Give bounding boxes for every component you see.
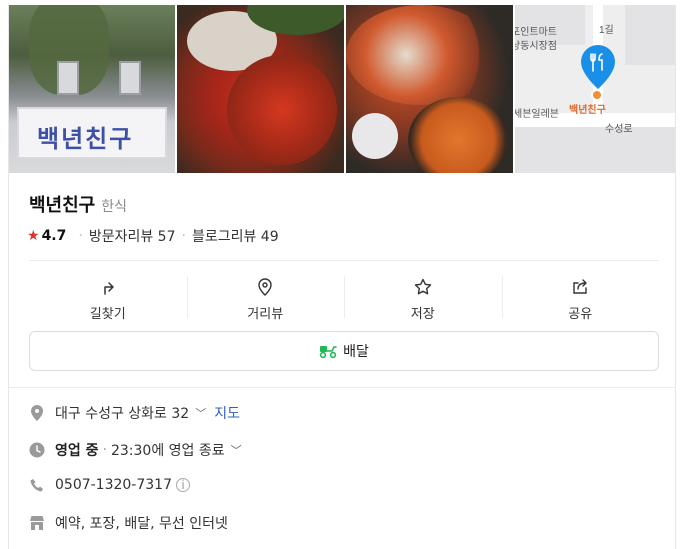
photo-food-1[interactable] (177, 5, 344, 173)
section-divider (9, 387, 675, 388)
place-title-row: 백년친구 한식 (29, 191, 127, 217)
rating-score: 4.7 (41, 228, 67, 244)
rice-bowl-image (352, 113, 398, 159)
save-button[interactable]: 저장 (344, 270, 502, 328)
street-view-button[interactable]: 거리뷰 (186, 270, 345, 328)
hours-row: 영업 중 · 23:30에 영업 종료 ﹀ (29, 440, 242, 460)
phone-icon (29, 477, 45, 493)
window-image (57, 61, 79, 95)
save-label: 저장 (410, 306, 435, 322)
clock-icon (29, 442, 45, 458)
window-image (119, 61, 141, 95)
map-link[interactable]: 지도 (214, 403, 240, 423)
place-panel: 백년친구 포인트마트 상동시장점 세븐일레븐 수성로 백년친구 1길 백년친구 … (8, 5, 676, 549)
amenities-row: 예약, 포장, 배달, 무선 인터넷 (29, 513, 228, 533)
map-label: 세븐일레븐 (515, 109, 559, 120)
address-row: 대구 수성구 상화로 32 ﹀ 지도 (29, 403, 240, 423)
photo-storefront[interactable]: 백년친구 (9, 5, 175, 173)
amenities-text: 예약, 포장, 배달, 무선 인터넷 (55, 516, 228, 532)
phone-number[interactable]: 0507-1320-7317 (55, 477, 172, 493)
action-bar: 길찾기 거리뷰 저장 공유 (29, 270, 659, 328)
place-category: 한식 (101, 199, 128, 215)
plate-image (346, 5, 496, 105)
store-icon (29, 515, 45, 531)
share-label: 공유 (568, 306, 593, 322)
delivery-label: 배달 (343, 344, 369, 360)
photo-strip[interactable]: 백년친구 포인트마트 상동시장점 세븐일레븐 수성로 백년친구 1길 (9, 5, 675, 173)
map-label: 수성로 (605, 124, 633, 135)
map-block (625, 5, 675, 65)
open-status: 영업 중 (55, 443, 99, 459)
location-pin-icon (258, 277, 272, 296)
map-pin-icon (581, 45, 615, 89)
directions-label: 길찾기 (89, 306, 126, 322)
visitor-reviews-link[interactable]: 방문자리뷰 57 (89, 226, 176, 246)
share-button[interactable]: 공유 (501, 270, 660, 328)
photo-food-2[interactable] (346, 5, 513, 173)
stew-bowl-image (408, 97, 508, 173)
rating-star-icon: ★ (27, 228, 40, 244)
closing-time: 23:30에 영업 종료 (110, 443, 225, 459)
map-label: 1길 (599, 25, 614, 36)
street-view-label: 거리뷰 (247, 306, 284, 322)
map-label: 상동시장점 (515, 41, 557, 52)
rating-row: ★ 4.7 · 방문자리뷰 57 · 블로그리뷰 49 (27, 226, 279, 246)
info-icon[interactable]: i (176, 478, 190, 492)
kimchi-image (227, 55, 337, 165)
directions-button[interactable]: 길찾기 (29, 270, 187, 328)
chevron-down-icon[interactable]: ﹀ (195, 405, 206, 421)
separator: · (181, 228, 186, 244)
blog-reviews-link[interactable]: 블로그리뷰 49 (192, 226, 279, 246)
separator: · (78, 228, 83, 244)
location-icon (29, 405, 45, 421)
share-icon (573, 278, 587, 294)
map-label: 포인트마트 (515, 27, 557, 38)
directions-icon (104, 281, 114, 295)
chevron-down-icon[interactable]: ﹀ (231, 442, 242, 458)
delivery-button[interactable]: 배달 (29, 331, 659, 371)
scooter-icon (319, 346, 337, 359)
place-name: 백년친구 (29, 195, 96, 216)
phone-row: 0507-1320-7317 i (29, 477, 190, 493)
separator: · (102, 442, 107, 458)
map-place-label: 백년친구 (569, 105, 606, 116)
sign-text: 백년친구 (37, 124, 134, 153)
store-sign: 백년친구 (17, 107, 167, 159)
divider (29, 260, 659, 261)
map-place-dot (591, 89, 603, 101)
star-icon (414, 278, 431, 294)
map-block (515, 125, 675, 173)
address-text: 대구 수성구 상화로 32 (55, 406, 190, 422)
photo-map[interactable]: 포인트마트 상동시장점 세븐일레븐 수성로 백년친구 1길 (515, 5, 675, 173)
